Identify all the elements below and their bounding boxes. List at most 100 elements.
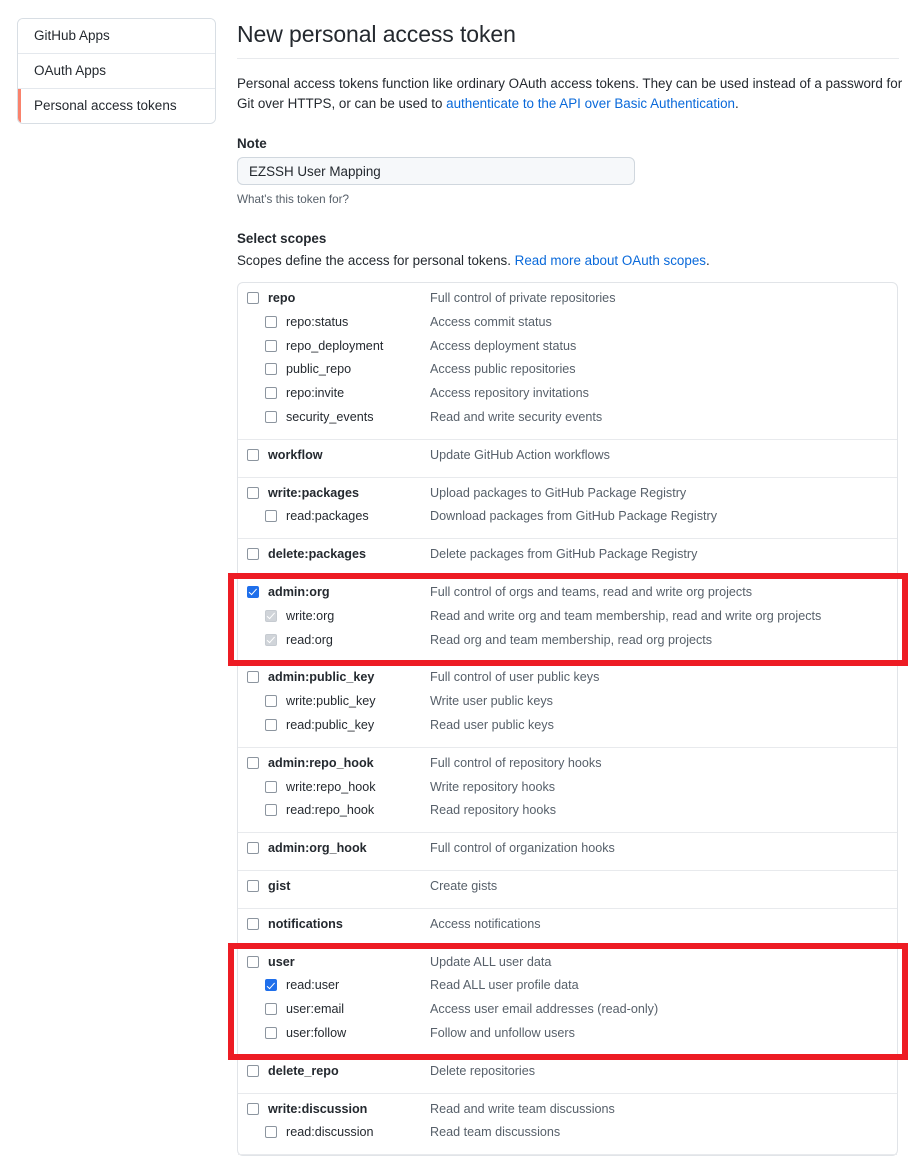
checkbox-write:public_key[interactable] [265, 695, 277, 708]
scope-name: security_events [286, 409, 374, 424]
scope-row[interactable]: admin:repo_hook Full control of repositor… [238, 754, 897, 778]
scope-row[interactable]: public_repo Access public repositories [238, 360, 897, 384]
scope-description: Upload packages to GitHub Package Regist… [430, 485, 687, 500]
scope-description: Full control of user public keys [430, 670, 600, 685]
scopes-list: repo Full control of private repositories… [237, 282, 898, 1156]
checkbox-read:public_key[interactable] [265, 718, 277, 731]
authenticate-api-link[interactable]: authenticate to the API over Basic Authe… [446, 96, 735, 111]
scope-description: Full control of repository hooks [430, 755, 602, 770]
scope-description: Access user email addresses (read-only) [430, 1002, 659, 1017]
checkbox-read:repo_hook[interactable] [265, 804, 277, 817]
page-title: New personal access token [237, 18, 899, 59]
scope-name: admin:org [268, 584, 330, 599]
scope-row[interactable]: admin:public_key Full control of user pub… [238, 668, 897, 692]
scope-group-delete_repo: delete_repo Delete repositories [238, 1056, 897, 1094]
scope-name: user [268, 954, 295, 969]
sidebar-item-github-apps[interactable]: GitHub Apps [18, 19, 215, 54]
scope-group-delete:packages: delete:packages Delete packages from GitH… [238, 539, 897, 577]
checkbox-read:discussion[interactable] [265, 1126, 277, 1139]
intro-paragraph: Personal access tokens function like ord… [237, 74, 903, 114]
scope-group-admin:repo_hook: admin:repo_hook Full control of repositor… [238, 748, 897, 834]
scope-description: Read and write security events [430, 409, 603, 424]
scope-row[interactable]: user Update ALL user data [238, 953, 897, 977]
scope-name: write:public_key [286, 694, 376, 709]
scope-row[interactable]: repo Full control of private repositories [238, 289, 897, 313]
scope-row[interactable]: write:discussion Read and write team disc… [238, 1100, 897, 1124]
scope-row[interactable]: read:repo_hook Read repository hooks [238, 801, 897, 825]
checkbox-gist[interactable] [247, 879, 259, 892]
scope-row[interactable]: workflow Update GitHub Action workflows [238, 446, 897, 470]
sidebar-item-label: Personal access tokens [34, 98, 177, 113]
scope-row[interactable]: write:repo_hook Write repository hooks [238, 778, 897, 802]
scope-description: Create gists [430, 878, 498, 893]
checkbox-write:repo_hook[interactable] [265, 780, 277, 793]
scope-row[interactable]: delete:packages Delete packages from GitH… [238, 545, 897, 569]
scope-row[interactable]: admin:org_hook Full control of organizati… [238, 839, 897, 863]
checkbox-delete:packages[interactable] [247, 548, 259, 561]
checkbox-public_repo[interactable] [265, 363, 277, 376]
scope-name: repo:invite [286, 386, 345, 401]
scope-row[interactable]: read:user Read ALL user profile data [238, 976, 897, 1000]
note-input[interactable] [237, 157, 635, 185]
checkbox-admin:repo_hook[interactable] [247, 756, 259, 769]
checkbox-user:follow[interactable] [265, 1026, 277, 1039]
scope-row[interactable]: admin:org Full control of orgs and teams,… [238, 583, 897, 607]
checkbox-security_events[interactable] [265, 410, 277, 423]
scope-row[interactable]: write:org Read and write org and team mem… [238, 607, 897, 631]
scope-name: repo [268, 291, 296, 305]
scope-row[interactable]: write:packages Upload packages to GitHub … [238, 484, 897, 508]
checkbox-admin:public_key[interactable] [247, 671, 259, 684]
scope-row[interactable]: read:org Read org and team membership, re… [238, 631, 897, 655]
scope-description: Full control of orgs and teams, read and… [430, 584, 752, 599]
checkbox-write:packages[interactable] [247, 486, 259, 499]
scope-name: write:repo_hook [286, 779, 376, 794]
checkbox-read:user[interactable] [265, 979, 277, 992]
checkbox-notifications[interactable] [247, 917, 259, 930]
checkbox-read:packages[interactable] [265, 510, 277, 523]
scope-row[interactable]: repo_deployment Access deployment status [238, 337, 897, 361]
scope-row[interactable]: delete_repo Delete repositories [238, 1062, 897, 1086]
scope-name: write:org [286, 608, 335, 623]
checkbox-repo_deployment[interactable] [265, 339, 277, 352]
scope-description: Access public repositories [430, 362, 576, 377]
scope-name: write:discussion [268, 1101, 368, 1116]
sidebar-item-personal-access-tokens[interactable]: Personal access tokens [18, 89, 215, 123]
note-label: Note [237, 136, 267, 151]
select-scopes-heading: Select scopes [237, 231, 327, 246]
scopes-description: Scopes define the access for personal to… [237, 251, 899, 271]
scope-row[interactable]: read:packages Download packages from GitH… [238, 507, 897, 531]
checkbox-repo:status[interactable] [265, 315, 277, 328]
checkbox-user[interactable] [247, 955, 259, 968]
scope-row[interactable]: read:discussion Read team discussions [238, 1123, 897, 1147]
checkbox-repo[interactable] [247, 292, 259, 304]
scope-row[interactable]: repo:invite Access repository invitations [238, 384, 897, 408]
scope-row[interactable]: security_events Read and write security e… [238, 408, 897, 432]
checkbox-workflow[interactable] [247, 448, 259, 461]
scope-description: Read org and team membership, read org p… [430, 632, 713, 647]
scope-row[interactable]: repo:status Access commit status [238, 313, 897, 337]
scope-row[interactable]: write:public_key Write user public keys [238, 692, 897, 716]
scope-group-notifications: notifications Access notifications [238, 909, 897, 947]
checkbox-write:discussion[interactable] [247, 1102, 259, 1115]
checkbox-delete_repo[interactable] [247, 1064, 259, 1077]
scope-name: delete:packages [268, 547, 367, 562]
checkbox-repo:invite[interactable] [265, 387, 277, 400]
checkbox-user:email[interactable] [265, 1003, 277, 1016]
sidebar-item-oauth-apps[interactable]: OAuth Apps [18, 54, 215, 89]
scope-row[interactable]: user:email Access user email addresses (r… [238, 1000, 897, 1024]
scope-description: Delete repositories [430, 1063, 535, 1078]
scope-description: Full control of organization hooks [430, 841, 615, 856]
scope-row[interactable]: notifications Access notifications [238, 915, 897, 939]
scopes-description-period: . [705, 253, 710, 268]
scope-name: read:repo_hook [286, 803, 375, 818]
scope-name: workflow [268, 447, 323, 462]
checkbox-admin:org[interactable] [247, 585, 259, 598]
checkbox-admin:org_hook[interactable] [247, 842, 259, 855]
scope-name: read:packages [286, 509, 369, 524]
sidebar-item-label: OAuth Apps [34, 63, 107, 78]
scope-row[interactable]: gist Create gists [238, 877, 897, 901]
scope-row[interactable]: read:public_key Read user public keys [238, 716, 897, 740]
scope-row[interactable]: user:follow Follow and unfollow users [238, 1024, 897, 1048]
oauth-scopes-link[interactable]: Read more about OAuth scopes [515, 253, 706, 268]
scope-name: user:email [286, 1002, 345, 1017]
